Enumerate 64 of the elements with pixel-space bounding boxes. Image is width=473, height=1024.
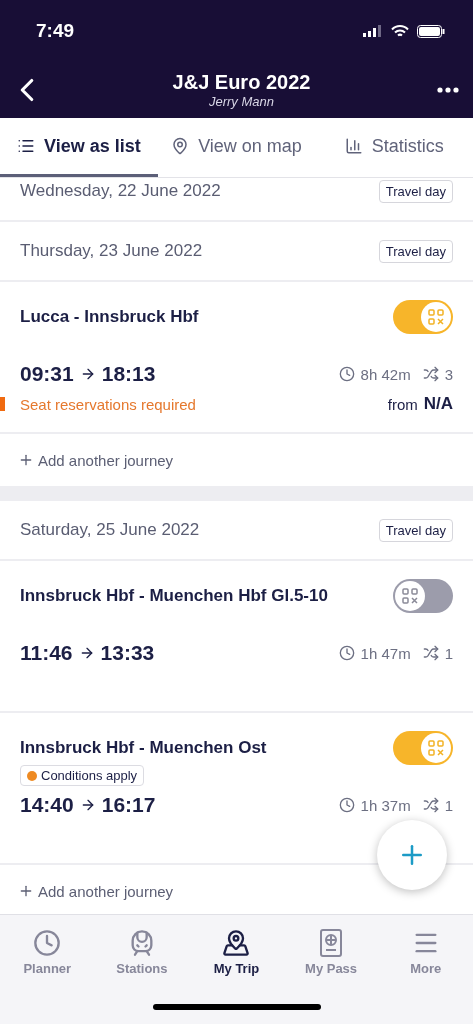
arrival-time: 16:17 (101, 793, 156, 817)
changes-count: 1 (444, 796, 453, 814)
journey-card[interactable]: Innsbruck Hbf - Muenchen Ost Conditions apply 14:40 16:17 1h 37m 1 (0, 713, 473, 863)
nav-tab[interactable]: Stations (94, 929, 190, 976)
more-icon[interactable] (437, 87, 459, 93)
shuffle-icon (422, 797, 439, 813)
price-prefix: from (387, 395, 418, 413)
clock-icon (338, 645, 355, 661)
add-journey-button[interactable]: Add another journey (0, 865, 473, 914)
ticket-toggle[interactable] (393, 731, 453, 765)
changes-count: 1 (444, 644, 453, 662)
price: N/A (423, 394, 453, 414)
route-title: Innsbruck Hbf - Muenchen Hbf Gl.5-10 (20, 586, 328, 606)
travel-day-label: Travel day (378, 518, 453, 542)
clock-icon (338, 797, 355, 813)
warning-text: Seat reservations required (20, 395, 196, 413)
map-pin-icon (171, 137, 190, 155)
travel-day-label: Travel day (378, 179, 453, 203)
route-title: Innsbruck Hbf - Muenchen Ost (20, 738, 267, 758)
arrival-time: 18:13 (101, 362, 156, 386)
passport-icon (320, 929, 343, 957)
day-date: Saturday, 25 June 2022 (20, 520, 200, 540)
add-journey-button[interactable]: Add another journey (0, 434, 473, 486)
bar-chart-icon (344, 137, 363, 155)
arrival-time: 13:33 (100, 641, 155, 665)
warning-marker (0, 397, 5, 411)
shuffle-icon (422, 645, 439, 661)
changes-count: 3 (444, 365, 453, 383)
map-pin-icon (222, 929, 251, 957)
travel-day-label: Travel day (378, 239, 453, 263)
view-tab[interactable]: Statistics (315, 118, 473, 177)
battery-icon (417, 24, 445, 38)
ticket-toggle[interactable] (393, 300, 453, 334)
departure-time: 09:31 (20, 362, 74, 386)
ticket-toggle[interactable] (393, 579, 453, 613)
plus-icon (18, 883, 34, 899)
duration: 8h 42m (360, 365, 411, 383)
list-icon (16, 137, 35, 155)
plus-icon (18, 452, 34, 468)
qr-code-icon (428, 740, 444, 756)
day-date: Thursday, 23 June 2022 (20, 241, 203, 261)
view-tab[interactable]: View on map (157, 118, 316, 177)
departure-time: 11:46 (20, 641, 73, 665)
shuffle-icon (422, 366, 439, 382)
alert-dot-icon (27, 770, 37, 781)
nav-tab[interactable]: My Trip (189, 929, 284, 976)
journey-card[interactable]: Lucca - Innsbruck Hbf 09:31 18:13 8h 42m 3 Seat reservations required from N/A (0, 282, 473, 432)
duration: 1h 47m (360, 644, 411, 662)
status-time: 7:49 (36, 20, 75, 42)
duration: 1h 37m (360, 796, 411, 814)
trip-owner: Jerry Mann (208, 94, 274, 109)
signal-icon (363, 25, 383, 37)
conditions-badge: Conditions apply (20, 765, 145, 786)
journey-card[interactable]: Innsbruck Hbf - Muenchen Hbf Gl.5-10 11:46 13:33 1h 47m 1 (0, 561, 473, 711)
qr-code-icon (428, 309, 444, 325)
clock-icon (33, 929, 62, 957)
qr-code-icon (402, 588, 418, 604)
trip-title: J&J Euro 2022 (172, 71, 311, 94)
nav-tab[interactable]: My Pass (283, 929, 379, 976)
clock-icon (338, 366, 355, 382)
route-title: Lucca - Innsbruck Hbf (20, 307, 199, 327)
wifi-icon (391, 24, 409, 38)
departure-time: 14:40 (20, 793, 74, 817)
day-date: Wednesday, 22 June 2022 (20, 181, 221, 201)
